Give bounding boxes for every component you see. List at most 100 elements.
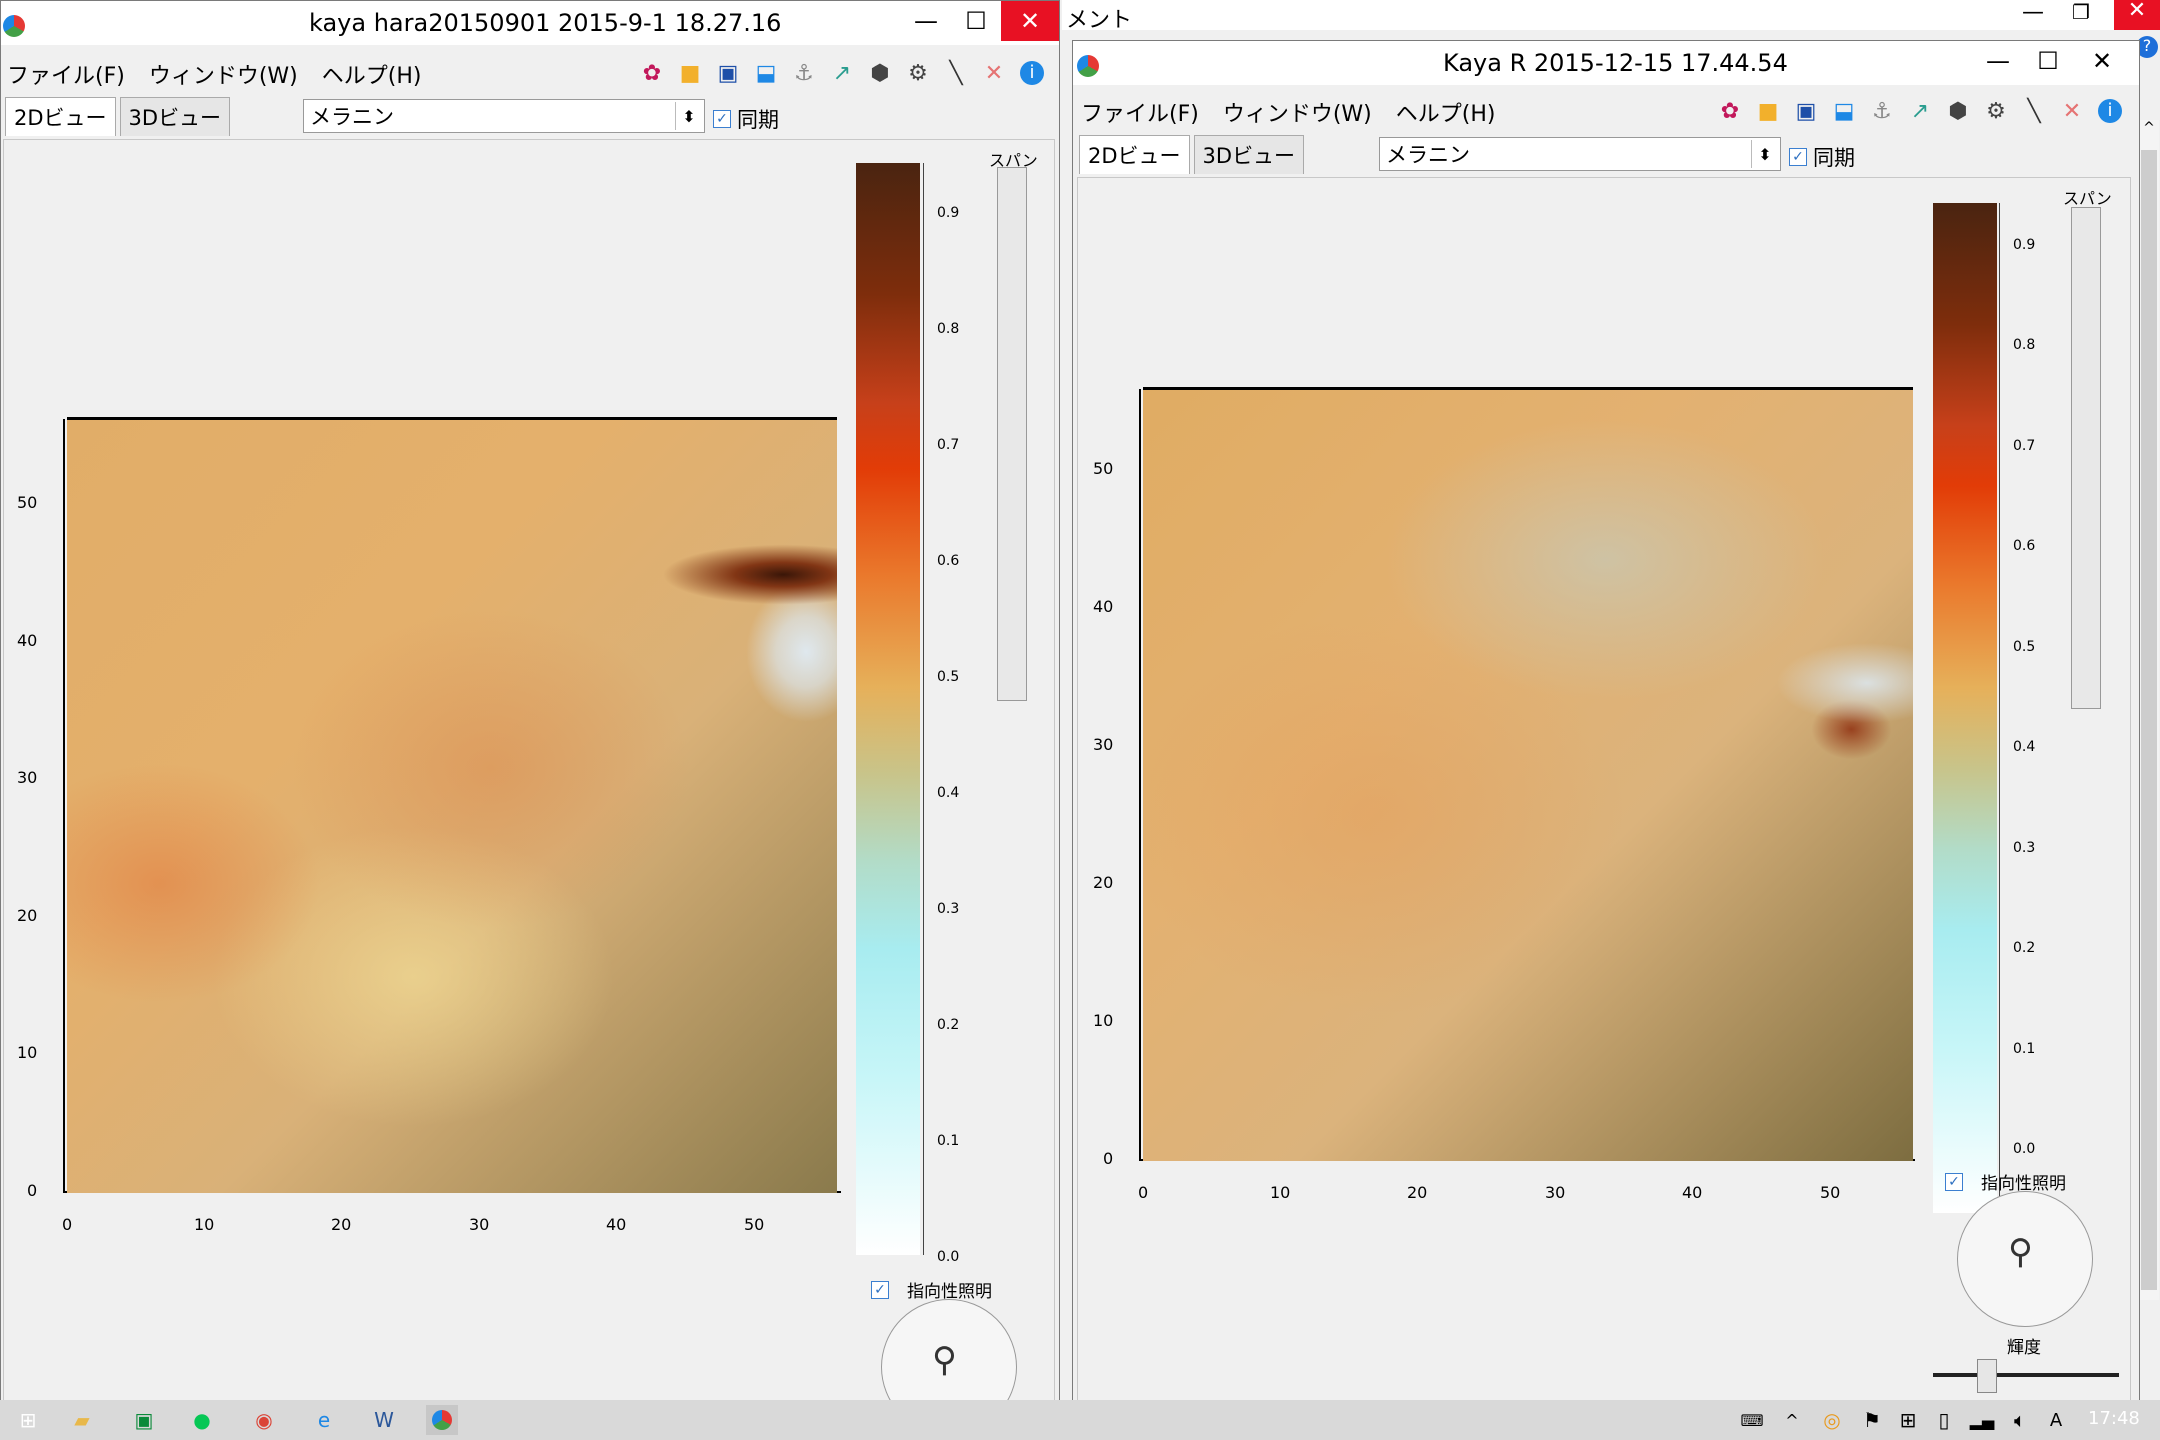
scale-tick-label: 0.6 xyxy=(2013,538,2036,554)
sync-checkbox-row[interactable]: ✓ 同期 xyxy=(1789,142,1855,172)
tab-2d-view[interactable]: 2Dビュー xyxy=(5,97,116,136)
open-folder-icon[interactable]: ■ xyxy=(674,57,706,89)
minimize-button[interactable]: — xyxy=(1973,41,2023,81)
start-windows-icon[interactable]: ⊞ xyxy=(12,1405,44,1435)
y-tick-label: 30 xyxy=(1093,735,1114,754)
menu-file[interactable]: ファイル(F) xyxy=(1081,96,1199,128)
lighting-checkbox[interactable]: ✓ xyxy=(871,1280,889,1299)
open-folder-icon[interactable]: ■ xyxy=(1752,95,1784,127)
delete-icon[interactable]: ✕ xyxy=(2056,95,2088,127)
y-axis xyxy=(1139,389,1141,1161)
windows-icon[interactable]: ⊞ xyxy=(1892,1405,1924,1435)
clock[interactable]: 17:48 xyxy=(2088,1408,2140,1429)
arrow-icon[interactable]: ↗ xyxy=(1904,95,1936,127)
palette-icon[interactable]: ✿ xyxy=(636,57,668,89)
scale-tick-label: 0.5 xyxy=(937,669,960,685)
shield-icon[interactable]: ⬢ xyxy=(1942,95,1974,127)
keyboard-icon[interactable]: ⌨ xyxy=(1736,1405,1768,1435)
brightness-label: 輝度 xyxy=(2007,1338,2041,1358)
scale-tick-label: 0.7 xyxy=(2013,438,2036,454)
brightness-slider-thumb[interactable] xyxy=(1977,1359,1997,1393)
x-tick-label: 40 xyxy=(1682,1183,1703,1202)
battery-icon[interactable]: ▯ xyxy=(1928,1405,1960,1435)
dropdown-arrow-icon[interactable]: ⬍ xyxy=(675,102,702,130)
x-tick-label: 30 xyxy=(1545,1183,1566,1202)
shield-icon[interactable]: ⬢ xyxy=(864,57,896,89)
file-explorer-icon[interactable]: ▰ xyxy=(66,1405,98,1435)
save-icon[interactable]: ▣ xyxy=(712,57,744,89)
gear-icon[interactable]: ⚙ xyxy=(1980,95,2012,127)
channel-dropdown[interactable]: メラニン ⬍ xyxy=(1379,137,1781,171)
scroll-up-icon[interactable]: ^ xyxy=(2139,120,2159,136)
span-slider[interactable] xyxy=(997,167,1027,701)
dropdown-arrow-icon[interactable]: ⬍ xyxy=(1751,140,1778,168)
restore-button[interactable]: ❐ xyxy=(2072,0,2090,24)
channel-dropdown-value: メラニン xyxy=(310,105,394,129)
vertical-scrollbar[interactable]: ^ xyxy=(2138,120,2159,1300)
sync-checkbox[interactable]: ✓ xyxy=(713,110,731,128)
lighting-checkbox-row[interactable]: ✓ 指向性照明 xyxy=(871,1277,992,1302)
brightness-slider-track[interactable] xyxy=(1933,1373,2119,1377)
close-button[interactable]: ✕ xyxy=(2114,0,2160,30)
export-icon[interactable]: ⬓ xyxy=(1828,95,1860,127)
menu-window[interactable]: ウィンドウ(W) xyxy=(1223,96,1372,128)
maximize-button[interactable]: ☐ xyxy=(951,1,1001,41)
arrow-icon[interactable]: ↗ xyxy=(826,57,858,89)
close-button[interactable]: ✕ xyxy=(1001,1,1059,41)
maximize-button[interactable]: ☐ xyxy=(2023,41,2073,81)
menu-help[interactable]: ヘルプ(H) xyxy=(322,58,422,90)
sync-label: 同期 xyxy=(1813,146,1855,170)
menu-help[interactable]: ヘルプ(H) xyxy=(1396,96,1496,128)
anchor-icon[interactable]: ⚓ xyxy=(788,57,820,89)
palette-icon[interactable]: ✿ xyxy=(1714,95,1746,127)
skin-analyzer-app-icon[interactable] xyxy=(426,1405,458,1435)
channel-dropdown[interactable]: メラニン ⬍ xyxy=(303,99,705,133)
lighting-checkbox-row[interactable]: ✓ 指向性照明 xyxy=(1945,1169,2066,1194)
scale-tick-label: 0.3 xyxy=(2013,840,2036,856)
melanin-map-image[interactable] xyxy=(1143,387,1913,1161)
sync-checkbox[interactable]: ✓ xyxy=(1789,148,1807,166)
color-scale-bar xyxy=(856,163,920,1255)
ime-indicator[interactable]: A xyxy=(2040,1405,2072,1435)
info-icon[interactable]: i xyxy=(1016,57,1048,89)
volume-icon[interactable]: 🔈︎ xyxy=(2004,1405,2036,1435)
close-button[interactable]: ✕ xyxy=(2073,41,2131,81)
light-direction-dial[interactable]: ⚲ xyxy=(1957,1191,2093,1327)
color-scale-bar xyxy=(1933,203,1997,1213)
word-icon[interactable]: W xyxy=(368,1405,400,1435)
scale-tick-label: 0.1 xyxy=(2013,1041,2036,1057)
scroll-thumb[interactable] xyxy=(2141,150,2157,1290)
color-scale-axis xyxy=(923,163,924,1255)
network-icon[interactable]: ▂▄ xyxy=(1966,1405,1998,1435)
menu-file[interactable]: ファイル(F) xyxy=(7,58,125,90)
show-hidden-icons-icon[interactable]: ^ xyxy=(1776,1405,1808,1435)
tab-2d-view[interactable]: 2Dビュー xyxy=(1079,135,1190,174)
scale-tick-label: 0.2 xyxy=(937,1017,960,1033)
chrome-icon[interactable]: ◉ xyxy=(248,1405,280,1435)
store-icon[interactable]: ▣ xyxy=(128,1405,160,1435)
gear-icon[interactable]: ⚙ xyxy=(902,57,934,89)
minimize-button[interactable]: — xyxy=(901,1,951,41)
export-icon[interactable]: ⬓ xyxy=(750,57,782,89)
cloud-icon[interactable]: ◎ xyxy=(1816,1405,1848,1435)
measure-icon[interactable]: ╲ xyxy=(940,57,972,89)
sync-checkbox-row[interactable]: ✓ 同期 xyxy=(713,104,779,134)
lighting-checkbox[interactable]: ✓ xyxy=(1945,1172,1963,1191)
window-2-title: Kaya R 2015-12-15 17.44.54 xyxy=(1443,49,1788,77)
flag-icon[interactable]: ⚑ xyxy=(1856,1405,1888,1435)
save-icon[interactable]: ▣ xyxy=(1790,95,1822,127)
line-app-icon[interactable]: ● xyxy=(186,1405,218,1435)
viewer-window-2: Kaya R 2015-12-15 17.44.54 — ☐ ✕ ファイル(F)… xyxy=(1072,40,2140,1404)
tab-3d-view[interactable]: 3Dビュー xyxy=(1193,135,1305,174)
y-tick-label: 0 xyxy=(27,1181,38,1200)
melanin-map-image[interactable] xyxy=(67,417,837,1193)
minimize-button[interactable]: — xyxy=(2022,0,2044,25)
info-icon[interactable]: i xyxy=(2094,95,2126,127)
measure-icon[interactable]: ╲ xyxy=(2018,95,2050,127)
menu-window[interactable]: ウィンドウ(W) xyxy=(149,58,298,90)
anchor-icon[interactable]: ⚓ xyxy=(1866,95,1898,127)
tab-3d-view[interactable]: 3Dビュー xyxy=(119,97,231,136)
span-slider[interactable] xyxy=(2071,207,2101,709)
internet-explorer-icon[interactable]: e xyxy=(308,1405,340,1435)
delete-icon[interactable]: ✕ xyxy=(978,57,1010,89)
